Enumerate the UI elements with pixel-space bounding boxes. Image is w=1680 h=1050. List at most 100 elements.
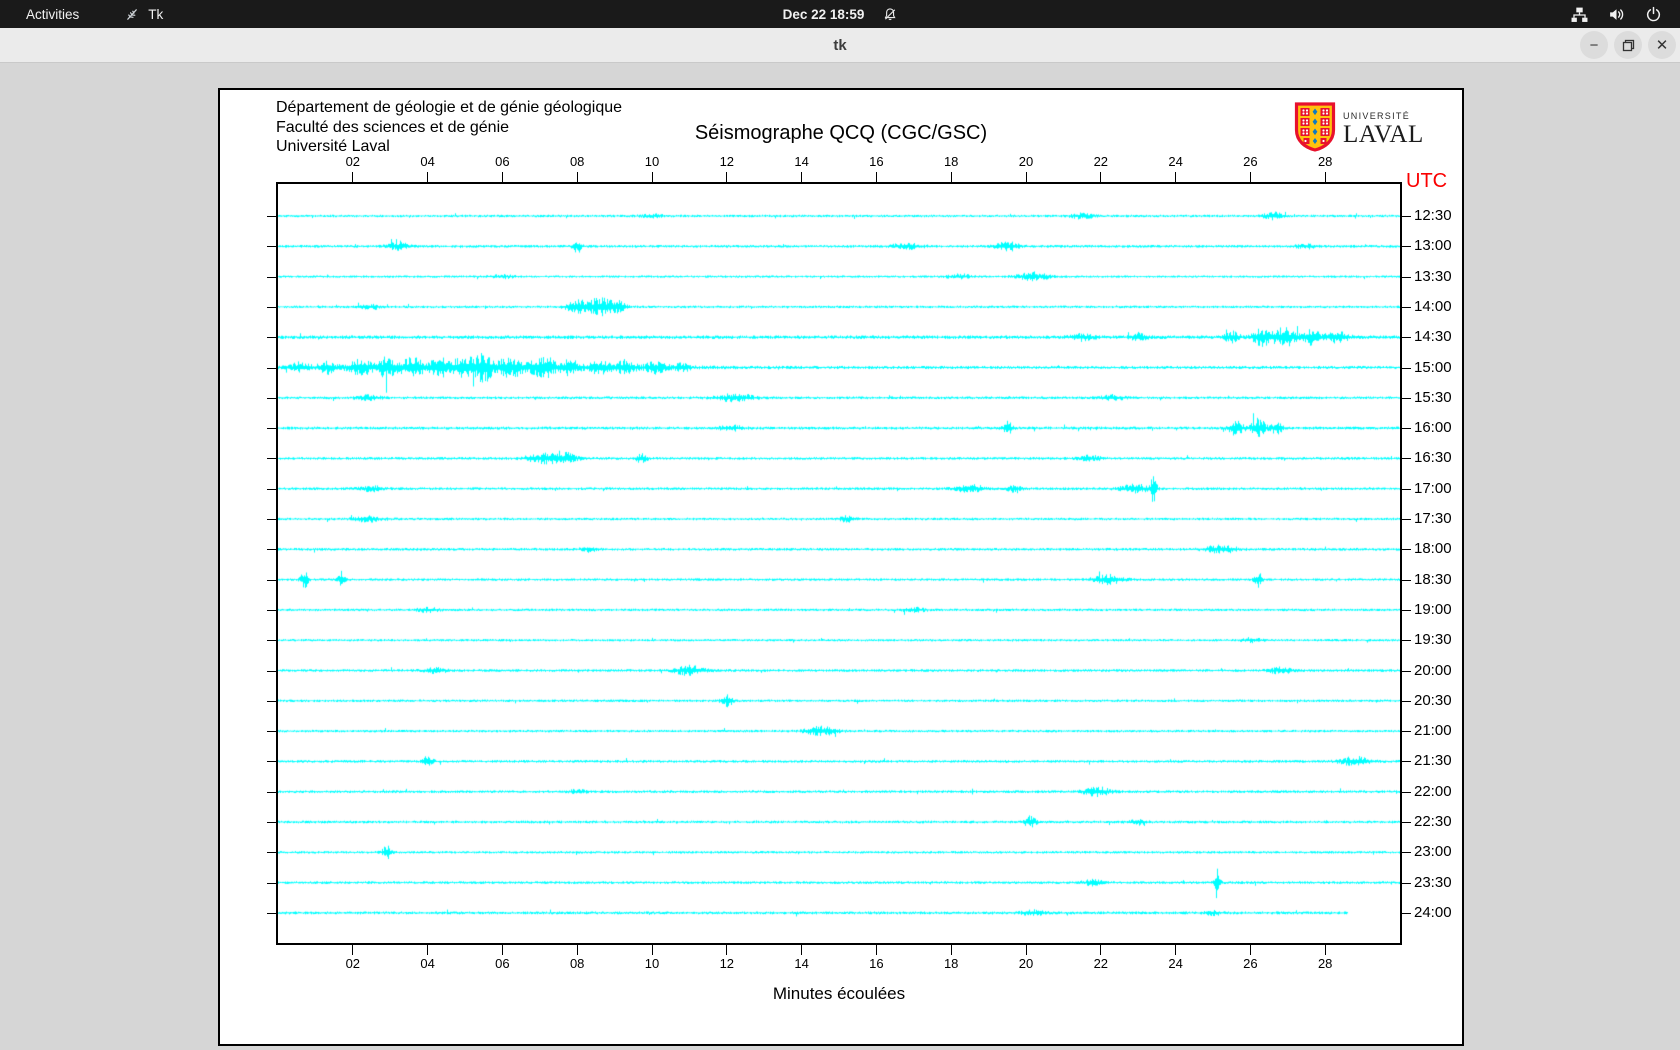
- close-button[interactable]: ✕: [1648, 31, 1676, 59]
- clock-button[interactable]: Dec 22 18:59: [775, 0, 906, 28]
- utc-tick-mark: [1402, 397, 1411, 399]
- header-line-1: Département de géologie et de génie géol…: [276, 99, 623, 116]
- utc-label: UTC: [1406, 170, 1448, 192]
- x-tick-top-mark: [576, 172, 578, 182]
- left-tick-mark: [267, 367, 276, 369]
- x-tick-bottom-label: 14: [794, 956, 809, 971]
- left-tick-mark: [267, 519, 276, 520]
- utc-time-label: 17:00: [1414, 479, 1452, 497]
- utc-tick-mark: [1402, 367, 1411, 369]
- utc-tick-mark: [1402, 276, 1411, 278]
- utc-time-label: 20:00: [1414, 661, 1452, 679]
- utc-tick-mark: [1402, 609, 1411, 611]
- x-tick-bottom-mark: [1249, 945, 1251, 955]
- x-tick-bottom-mark: [1175, 945, 1177, 955]
- utc-time-label: 16:30: [1414, 449, 1452, 467]
- x-tick-top-label: 04: [420, 154, 435, 169]
- x-tick-bottom-mark: [1100, 945, 1102, 955]
- x-tick-top-label: 14: [794, 154, 809, 169]
- utc-tick-mark: [1402, 519, 1411, 520]
- x-tick-bottom-label: 10: [644, 956, 660, 971]
- left-tick-mark: [267, 337, 276, 339]
- x-tick-top-label: 02: [345, 154, 361, 169]
- left-tick-mark: [267, 276, 276, 278]
- tk-app-icon: [125, 7, 140, 22]
- x-tick-bottom-label: 06: [495, 956, 510, 971]
- x-tick-top-mark: [726, 172, 728, 182]
- left-tick-mark: [267, 609, 276, 611]
- x-tick-bottom-label: 04: [420, 956, 435, 971]
- left-tick-mark: [267, 579, 276, 581]
- x-tick-top-mark: [427, 172, 429, 182]
- maximize-button[interactable]: [1614, 31, 1642, 59]
- tk-app-menu[interactable]: Tk: [117, 0, 171, 28]
- volume-icon[interactable]: [1608, 6, 1625, 23]
- utc-time-label: 21:00: [1414, 722, 1452, 740]
- clock-label: Dec 22 18:59: [782, 6, 865, 22]
- laval-logo: UNIVERSITÉ LAVAL: [1294, 102, 1424, 157]
- utc-tick-mark: [1402, 912, 1411, 914]
- left-tick-mark: [267, 246, 276, 248]
- utc-tick-mark: [1402, 216, 1411, 217]
- utc-tick-mark: [1402, 488, 1411, 490]
- utc-tick-mark: [1402, 882, 1411, 884]
- x-tick-bottom-label: 28: [1317, 956, 1333, 971]
- utc-time-label: 12:30: [1414, 207, 1452, 224]
- utc-tick-mark: [1402, 731, 1411, 733]
- top-bar: Activities Tk Dec 22 18:59: [0, 0, 1680, 28]
- utc-time-label: 13:00: [1414, 237, 1452, 255]
- utc-time-label: 14:00: [1414, 297, 1452, 315]
- x-tick-top-label: 26: [1243, 154, 1258, 169]
- x-tick-bottom-mark: [501, 945, 503, 955]
- x-tick-top-label: 10: [644, 154, 660, 169]
- minimize-button[interactable]: −: [1580, 31, 1608, 59]
- x-tick-top-label: 20: [1018, 154, 1034, 169]
- utc-time-label: 13:30: [1414, 267, 1452, 285]
- left-tick-mark: [267, 670, 276, 672]
- left-tick-mark: [267, 731, 276, 733]
- x-tick-bottom-mark: [950, 945, 952, 955]
- laval-shield-icon: [1294, 102, 1336, 157]
- left-tick-mark: [267, 428, 276, 430]
- x-tick-bottom-label: 26: [1243, 956, 1258, 971]
- x-tick-bottom-mark: [352, 945, 354, 955]
- left-tick-mark: [267, 306, 276, 308]
- x-axis-label: Minutes écoulées: [772, 984, 906, 1003]
- x-tick-bottom-mark: [576, 945, 578, 955]
- left-tick-mark: [267, 791, 276, 793]
- network-icon[interactable]: [1571, 6, 1588, 23]
- x-tick-top-mark: [352, 172, 354, 182]
- x-tick-top-label: 18: [943, 154, 959, 169]
- left-tick-mark: [267, 216, 276, 217]
- x-tick-bottom-mark: [726, 945, 728, 955]
- notifications-disabled-icon: [882, 7, 897, 22]
- x-tick-top-label: 08: [569, 154, 585, 169]
- utc-time-label: 16:00: [1414, 419, 1452, 437]
- x-tick-bottom-mark: [1025, 945, 1027, 955]
- window-titlebar: tk − ✕: [0, 28, 1680, 63]
- power-icon[interactable]: [1645, 6, 1662, 23]
- utc-time-label: 19:30: [1414, 631, 1452, 649]
- x-tick-top-label: 12: [719, 154, 735, 169]
- laval-logo-small-text: UNIVERSITÉ: [1343, 110, 1411, 121]
- x-tick-bottom-mark: [875, 945, 877, 955]
- minimize-icon: −: [1589, 36, 1599, 54]
- utc-time-label: 24:00: [1414, 903, 1452, 921]
- x-tick-bottom-label: 02: [345, 956, 361, 971]
- x-tick-top-mark: [501, 172, 503, 182]
- x-tick-top-label: 24: [1168, 154, 1183, 169]
- utc-time-label: 21:30: [1414, 752, 1452, 770]
- left-tick-mark: [267, 761, 276, 763]
- utc-tick-mark: [1402, 337, 1411, 339]
- x-tick-top-mark: [651, 172, 653, 182]
- left-tick-mark: [267, 912, 276, 914]
- x-tick-top-mark: [1025, 172, 1027, 182]
- x-tick-top-mark: [801, 172, 803, 182]
- page-title: Séismographe QCQ (CGC/GSC): [694, 122, 988, 144]
- activities-button[interactable]: Activities: [18, 0, 87, 28]
- x-tick-bottom-mark: [1324, 945, 1326, 955]
- x-tick-bottom-label: 08: [569, 956, 585, 971]
- utc-tick-mark: [1402, 761, 1411, 763]
- x-tick-bottom-mark: [801, 945, 803, 955]
- utc-time-label: 18:00: [1414, 540, 1452, 558]
